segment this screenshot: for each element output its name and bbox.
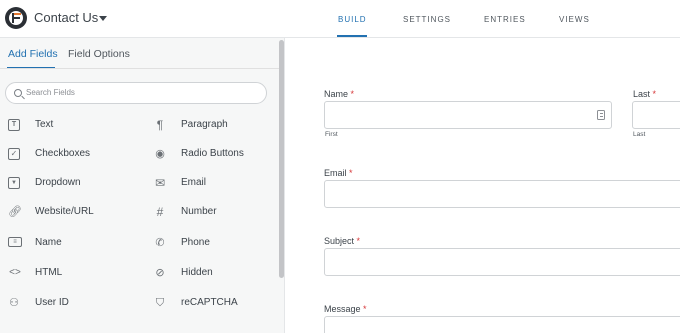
last-name-field-label[interactable]: Last * (633, 89, 656, 99)
last-name-input[interactable] (632, 101, 680, 129)
sidebar-divider (0, 68, 283, 69)
link-icon: 🔗︎ (8, 206, 22, 218)
last-sublabel: Last (633, 131, 646, 138)
search-icon (14, 89, 22, 97)
shield-icon: ⛉ (155, 297, 165, 309)
field-label: Website/URL (35, 206, 94, 217)
name-field-label[interactable]: Name * (324, 89, 354, 99)
top-bar: Contact Us BUILD SETTINGS ENTRIES VIEWS (0, 0, 680, 38)
field-label: Email (181, 177, 207, 188)
dropdown-icon: ▼ (8, 177, 20, 189)
message-textarea[interactable] (324, 316, 680, 333)
contact-card-icon (597, 110, 605, 120)
subject-input[interactable] (324, 248, 680, 276)
first-name-input[interactable] (324, 101, 612, 129)
user-icon: ⚇ (9, 297, 19, 309)
field-label: reCAPTCHA (181, 297, 238, 308)
field-label: HTML (35, 267, 63, 278)
code-icon: <> (9, 267, 21, 278)
field-label: Text (35, 119, 54, 130)
tab-settings[interactable]: SETTINGS (403, 15, 451, 24)
field-label: Number (181, 206, 217, 217)
sidebar-scrollbar[interactable] (279, 40, 284, 278)
field-label: Dropdown (35, 177, 81, 188)
active-tab-indicator (337, 35, 367, 37)
field-label: Phone (181, 237, 210, 248)
radio-icon: ◉ (155, 148, 165, 160)
checkbox-icon: ✓ (8, 148, 20, 160)
eye-slash-icon: ⊘ (155, 267, 165, 279)
field-label: Radio Buttons (181, 148, 244, 159)
text-icon: T (8, 119, 20, 131)
field-label: Name (35, 237, 62, 248)
hash-icon: # (156, 205, 164, 219)
field-label: Paragraph (181, 119, 228, 130)
message-field-label[interactable]: Message * (324, 304, 367, 314)
subject-field-label[interactable]: Subject * (324, 236, 360, 246)
field-label: Hidden (181, 267, 213, 278)
tab-add-fields[interactable]: Add Fields (8, 48, 58, 60)
field-label: User ID (35, 297, 69, 308)
paragraph-icon: ¶ (156, 118, 164, 132)
phone-icon: ✆ (155, 237, 165, 249)
first-sublabel: First (325, 131, 338, 138)
tab-entries[interactable]: ENTRIES (484, 15, 526, 24)
tab-build[interactable]: BUILD (338, 15, 367, 24)
form-title[interactable]: Contact Us (34, 10, 98, 25)
field-label: Checkboxes (35, 148, 91, 159)
tab-field-options[interactable]: Field Options (68, 48, 130, 60)
chevron-down-icon[interactable] (99, 16, 107, 21)
id-card-icon: ≡ (8, 237, 22, 247)
email-field-label[interactable]: Email * (324, 168, 353, 178)
search-fields-input[interactable]: Search Fields (5, 82, 267, 104)
tab-views[interactable]: VIEWS (559, 15, 590, 24)
email-icon: ✉ (154, 176, 166, 190)
search-placeholder: Search Fields (26, 88, 75, 97)
email-input[interactable] (324, 180, 680, 208)
formidable-logo-icon[interactable] (5, 7, 27, 29)
